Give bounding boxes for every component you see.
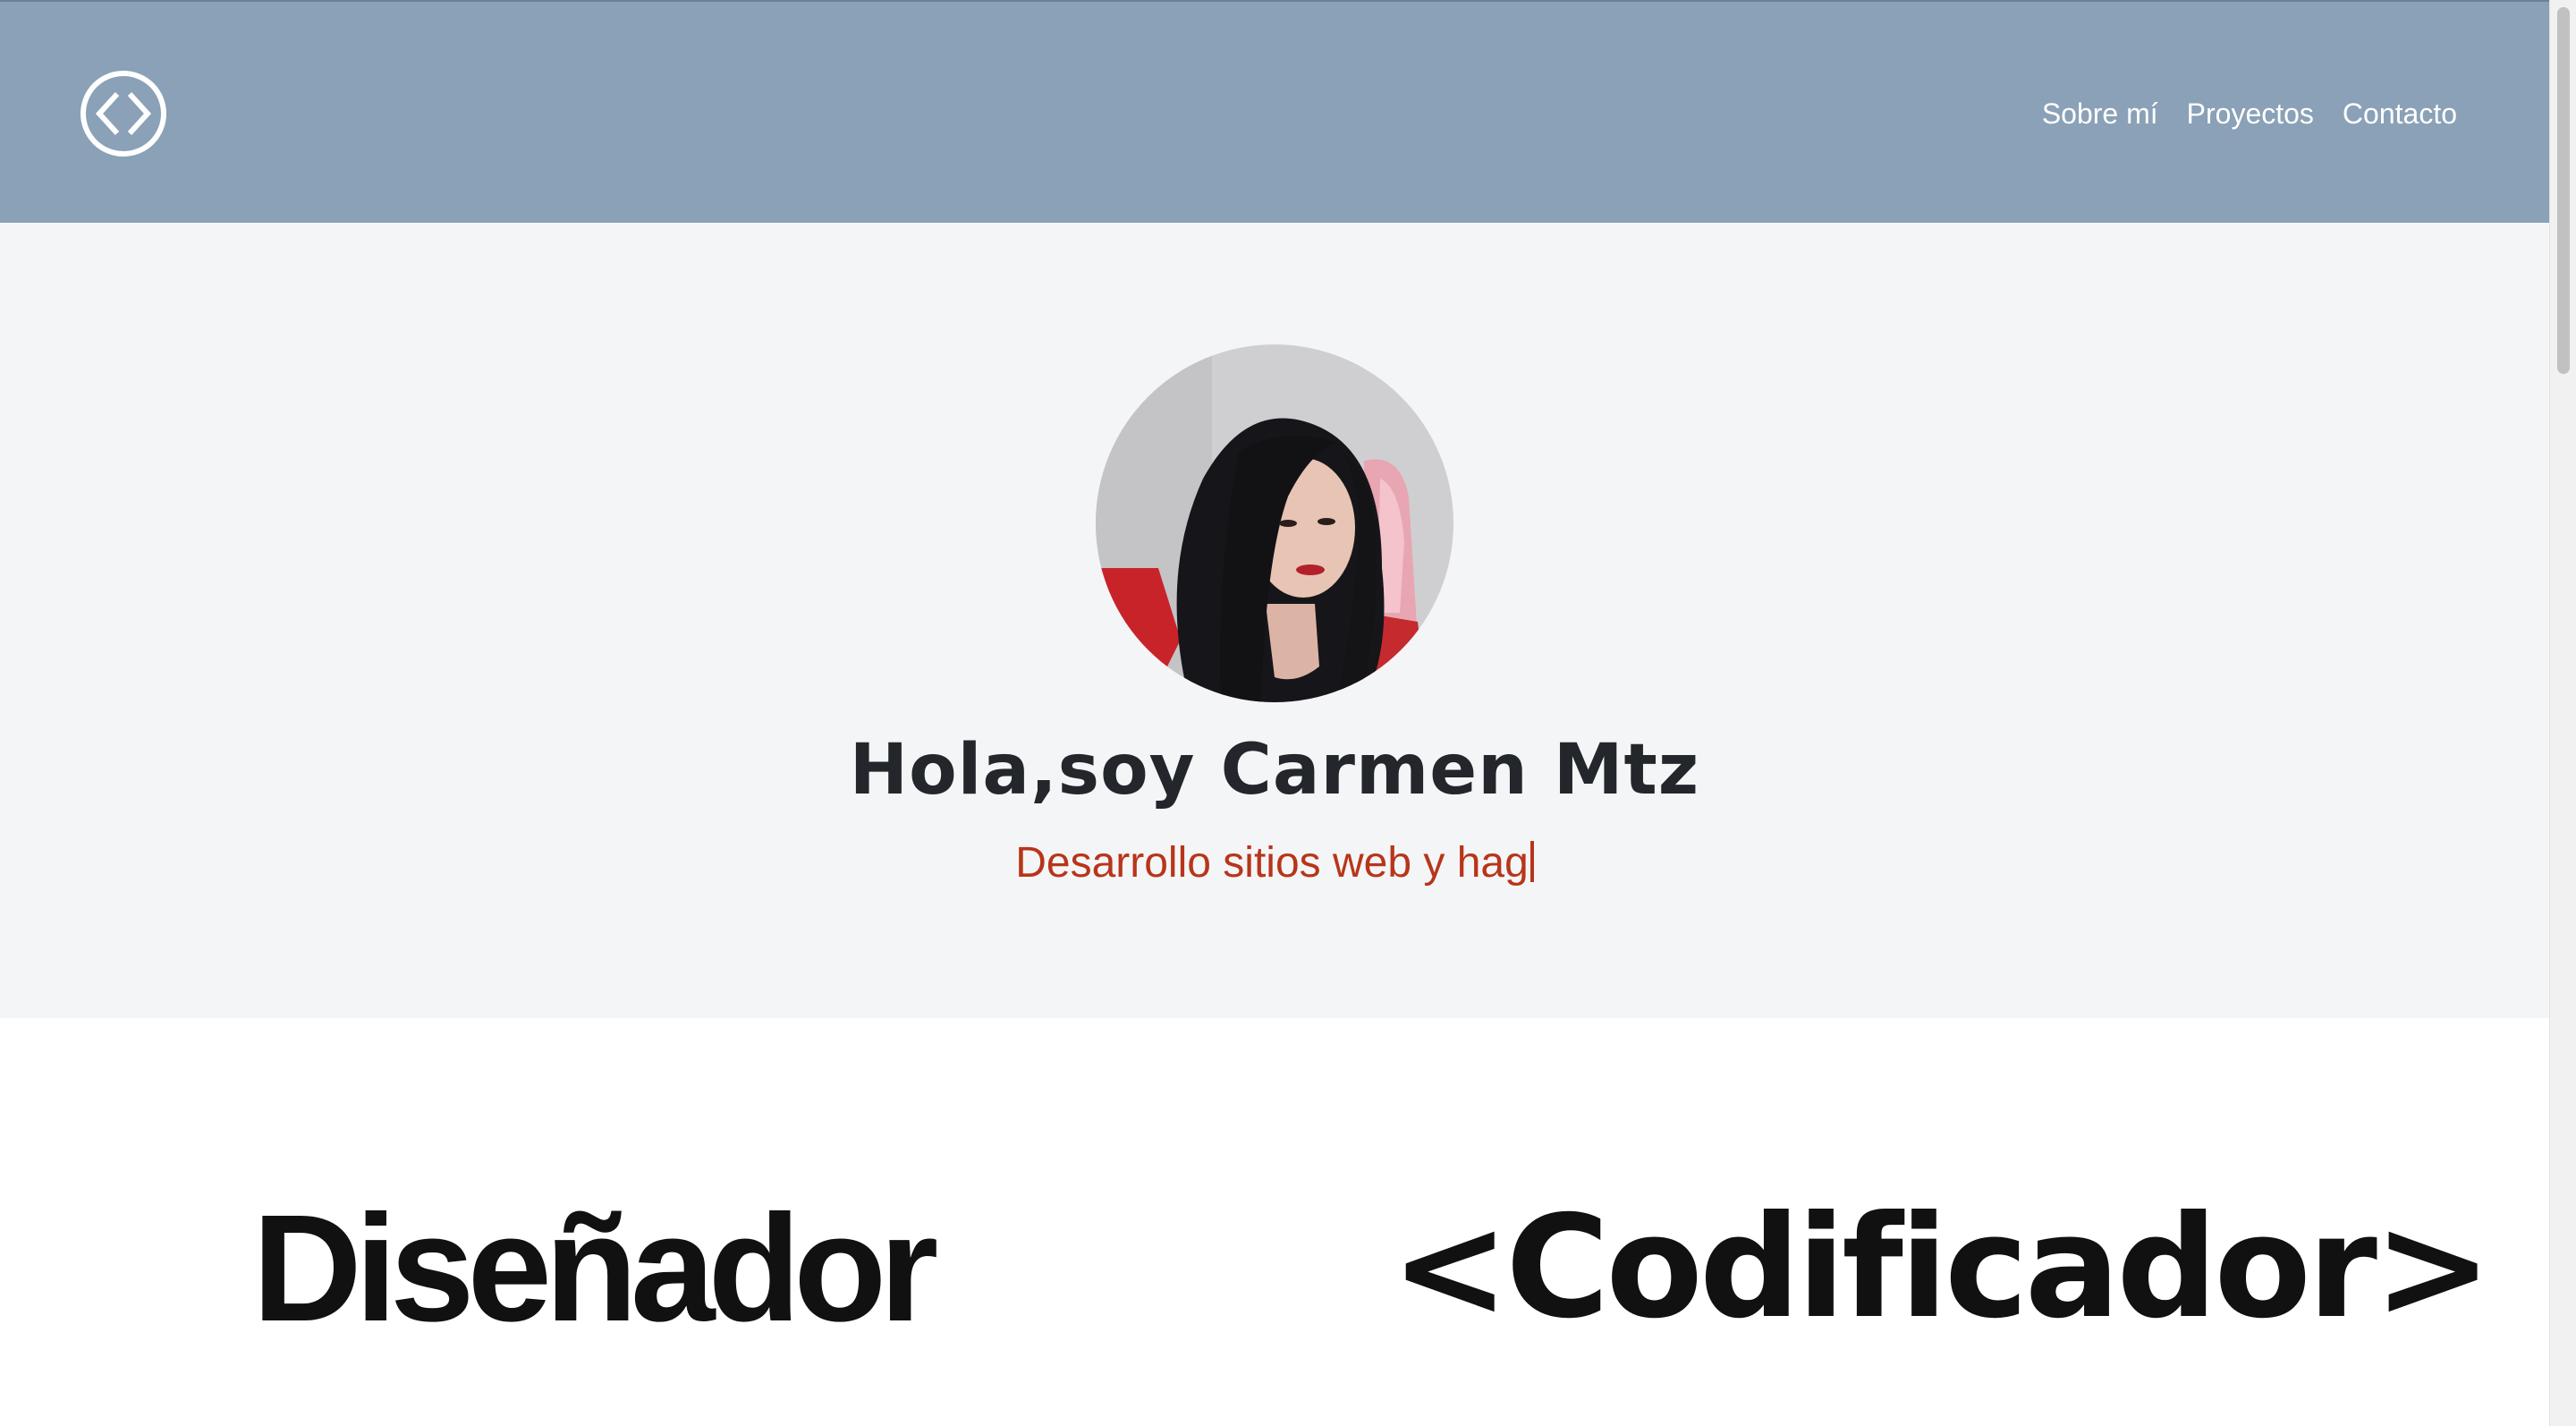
page: Sobre mí Proyectos Contacto Hola,soy Car…: [0, 0, 2576, 1426]
scrollbar[interactable]: [2549, 0, 2576, 1426]
role-designer-heading: Diseñador: [252, 1184, 938, 1354]
logo[interactable]: [80, 70, 167, 157]
nav-link-proyectos[interactable]: Proyectos: [2187, 99, 2314, 128]
hero-section: Hola,soy Carmen Mtz Desarrollo sitios we…: [0, 223, 2549, 1018]
navbar: Sobre mí Proyectos Contacto: [0, 0, 2549, 223]
roles-section: Diseñador <Codificador>: [0, 1018, 2549, 1426]
hero-subtitle: Desarrollo sitios web y hag: [0, 839, 2549, 887]
role-coder-heading: <Codificador>: [1391, 1185, 2492, 1350]
hero-title: Hola,soy Carmen Mtz: [849, 730, 1700, 811]
typed-text: Desarrollo sitios web y hag: [1015, 839, 1529, 887]
nav-link-contacto[interactable]: Contacto: [2343, 99, 2457, 128]
nav-links: Sobre mí Proyectos Contacto: [2042, 2, 2457, 225]
profile-photo: [1096, 344, 1453, 702]
nav-link-sobre-mi[interactable]: Sobre mí: [2042, 99, 2158, 128]
avatar: [1096, 344, 1453, 702]
typing-cursor: [1530, 841, 1534, 882]
scrollbar-thumb[interactable]: [2557, 7, 2570, 374]
code-brackets-circle-icon: [80, 71, 166, 157]
